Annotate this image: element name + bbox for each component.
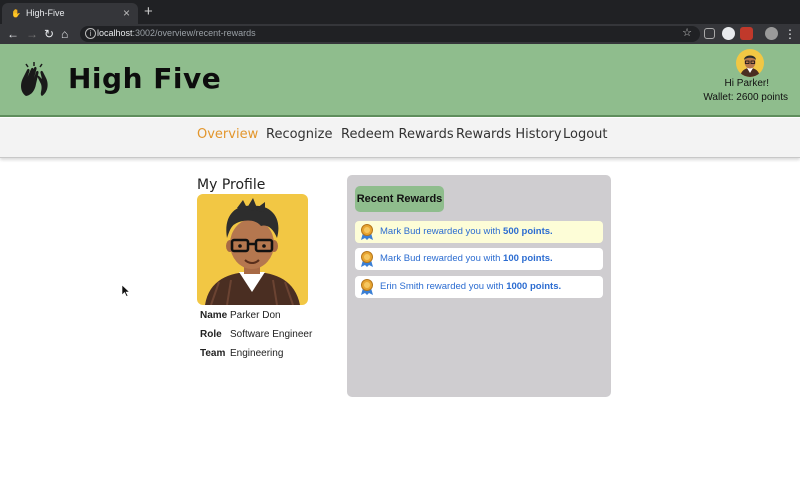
bookmark-star-icon[interactable]: ☆ [682, 26, 692, 39]
new-tab-icon[interactable]: + [144, 3, 153, 20]
nav-recognize[interactable]: Recognize [266, 127, 332, 142]
site-info-icon[interactable]: i [85, 28, 96, 39]
reward-text: Mark Bud rewarded you with 100 points. [380, 253, 553, 264]
recent-rewards-panel: Recent Rewards Mark Bud rewarded you wit… [347, 175, 611, 397]
reward-text: Erin Smith rewarded you with 1000 points… [380, 281, 562, 292]
brand-title[interactable]: High Five [68, 62, 221, 95]
profile-avatar [197, 194, 308, 305]
reward-item[interactable]: Mark Bud rewarded you with 500 points. [355, 221, 603, 243]
tab-close-icon[interactable]: × [123, 6, 130, 20]
nav-rewards-history[interactable]: Rewards History [456, 127, 562, 142]
profile-value: Parker Don [230, 310, 281, 321]
menu-dots-icon[interactable]: ⋮ [784, 26, 796, 42]
profile-value: Engineering [230, 348, 284, 359]
medal-icon [361, 279, 373, 295]
profile-heading: My Profile [197, 177, 266, 193]
high-five-hands-icon [21, 62, 48, 96]
recent-rewards-heading: Recent Rewards [355, 186, 444, 212]
user-avatar[interactable] [736, 49, 764, 77]
profile-label: Role [200, 329, 222, 340]
tab-title: High-Five [26, 8, 65, 18]
mouse-cursor-icon [122, 285, 130, 297]
reward-item[interactable]: Erin Smith rewarded you with 1000 points… [355, 276, 603, 298]
main-nav: Overview Recognize Redeem Rewards Reward… [0, 118, 800, 158]
forward-icon[interactable]: → [26, 26, 38, 42]
browser-toolbar: ← → ↻ ⌂ i localhost:3002/overview/recent… [0, 24, 800, 44]
extension-icon[interactable] [722, 27, 735, 40]
nav-logout[interactable]: Logout [563, 127, 608, 142]
profile-avatar-icon[interactable] [765, 27, 778, 40]
nav-overview[interactable]: Overview [197, 127, 258, 142]
profile-label: Name [200, 310, 228, 321]
tab-favicon-icon: ✋ [11, 9, 21, 18]
wallet-balance: Wallet: 2600 points [703, 92, 788, 103]
browser-tab[interactable]: ✋ High-Five × [2, 3, 138, 24]
pocket-extension-icon[interactable] [704, 28, 715, 39]
profile-label: Team [200, 348, 226, 359]
home-icon[interactable]: ⌂ [61, 26, 68, 42]
extension-red-icon[interactable] [740, 27, 753, 40]
back-icon[interactable]: ← [7, 26, 19, 42]
browser-tab-bar: ✋ High-Five × + [0, 0, 800, 24]
reward-text: Mark Bud rewarded you with 500 points. [380, 226, 553, 237]
medal-icon [361, 224, 373, 240]
medal-icon [361, 251, 373, 267]
reward-item[interactable]: Mark Bud rewarded you with 100 points. [355, 248, 603, 270]
url-text: localhost:3002/overview/recent-rewards [97, 28, 256, 38]
address-bar[interactable]: i localhost:3002/overview/recent-rewards… [80, 26, 700, 42]
greeting-text: Hi Parker! [724, 78, 769, 89]
reload-icon[interactable]: ↻ [44, 26, 54, 42]
nav-redeem-rewards[interactable]: Redeem Rewards [341, 127, 454, 142]
app-header: High Five Hi Parker! Wallet: 2600 points [0, 44, 800, 117]
profile-value: Software Engineer [230, 329, 313, 340]
